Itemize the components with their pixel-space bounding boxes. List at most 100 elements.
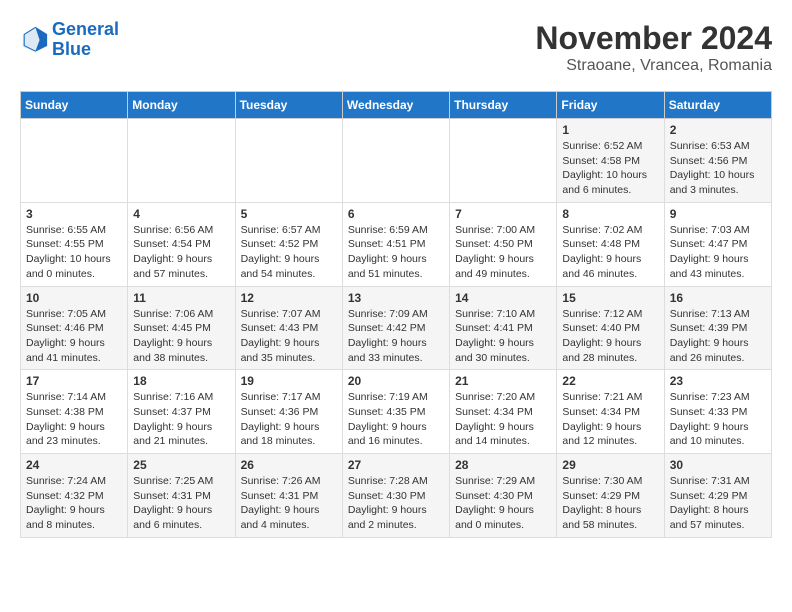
calendar-day (342, 119, 449, 203)
calendar-day: 8 Sunrise: 7:02 AM Sunset: 4:48 PM Daylig… (557, 202, 664, 286)
day-number: 8 (562, 207, 658, 221)
calendar-day: 2 Sunrise: 6:53 AM Sunset: 4:56 PM Daylig… (664, 119, 771, 203)
calendar-day: 30 Sunrise: 7:31 AM Sunset: 4:29 PM Dayli… (664, 454, 771, 538)
day-info: Sunrise: 7:31 AM Sunset: 4:29 PM Dayligh… (670, 474, 766, 533)
day-info: Sunrise: 7:19 AM Sunset: 4:35 PM Dayligh… (348, 390, 444, 449)
day-number: 4 (133, 207, 229, 221)
day-number: 30 (670, 458, 766, 472)
calendar-week-1: 1 Sunrise: 6:52 AM Sunset: 4:58 PM Daylig… (21, 119, 772, 203)
calendar-day: 29 Sunrise: 7:30 AM Sunset: 4:29 PM Dayli… (557, 454, 664, 538)
calendar-day: 10 Sunrise: 7:05 AM Sunset: 4:46 PM Dayli… (21, 286, 128, 370)
day-info: Sunrise: 7:30 AM Sunset: 4:29 PM Dayligh… (562, 474, 658, 533)
calendar-day: 3Sunrise: 6:55 AM Sunset: 4:55 PM Daylig… (21, 202, 128, 286)
logo-text-line1: General (52, 20, 119, 40)
day-info: Sunrise: 7:21 AM Sunset: 4:34 PM Dayligh… (562, 390, 658, 449)
calendar-week-5: 24Sunrise: 7:24 AM Sunset: 4:32 PM Dayli… (21, 454, 772, 538)
calendar-day: 13 Sunrise: 7:09 AM Sunset: 4:42 PM Dayli… (342, 286, 449, 370)
day-number: 23 (670, 374, 766, 388)
calendar-day (450, 119, 557, 203)
weekday-header-thursday: Thursday (450, 92, 557, 119)
day-number: 10 (26, 291, 122, 305)
page-header: General Blue November 2024 Straoane, Vra… (20, 20, 772, 75)
day-info: Sunrise: 6:53 AM Sunset: 4:56 PM Dayligh… (670, 139, 766, 198)
calendar-day: 16 Sunrise: 7:13 AM Sunset: 4:39 PM Dayli… (664, 286, 771, 370)
calendar-day: 28Sunrise: 7:29 AM Sunset: 4:30 PM Dayli… (450, 454, 557, 538)
day-info: Sunrise: 7:25 AM Sunset: 4:31 PM Dayligh… (133, 474, 229, 533)
logo-text-line2: Blue (52, 40, 119, 60)
calendar-day: 11Sunrise: 7:06 AM Sunset: 4:45 PM Dayli… (128, 286, 235, 370)
calendar-week-4: 17 Sunrise: 7:14 AM Sunset: 4:38 PM Dayli… (21, 370, 772, 454)
weekday-header-friday: Friday (557, 92, 664, 119)
day-info: Sunrise: 6:57 AM Sunset: 4:52 PM Dayligh… (241, 223, 337, 282)
day-number: 26 (241, 458, 337, 472)
calendar-week-3: 10 Sunrise: 7:05 AM Sunset: 4:46 PM Dayli… (21, 286, 772, 370)
day-info: Sunrise: 7:10 AM Sunset: 4:41 PM Dayligh… (455, 307, 551, 366)
location: Straoane, Vrancea, Romania (535, 57, 772, 75)
day-info: Sunrise: 7:16 AM Sunset: 4:37 PM Dayligh… (133, 390, 229, 449)
calendar-day: 26 Sunrise: 7:26 AM Sunset: 4:31 PM Dayli… (235, 454, 342, 538)
weekday-header-wednesday: Wednesday (342, 92, 449, 119)
day-info: Sunrise: 7:05 AM Sunset: 4:46 PM Dayligh… (26, 307, 122, 366)
day-number: 16 (670, 291, 766, 305)
day-info: Sunrise: 7:02 AM Sunset: 4:48 PM Dayligh… (562, 223, 658, 282)
day-number: 5 (241, 207, 337, 221)
calendar-day: 4 Sunrise: 6:56 AM Sunset: 4:54 PM Daylig… (128, 202, 235, 286)
weekday-header-saturday: Saturday (664, 92, 771, 119)
calendar-day: 25Sunrise: 7:25 AM Sunset: 4:31 PM Dayli… (128, 454, 235, 538)
calendar-day: 22 Sunrise: 7:21 AM Sunset: 4:34 PM Dayli… (557, 370, 664, 454)
calendar-day: 12Sunrise: 7:07 AM Sunset: 4:43 PM Dayli… (235, 286, 342, 370)
day-number: 9 (670, 207, 766, 221)
day-number: 12 (241, 291, 337, 305)
day-info: Sunrise: 6:55 AM Sunset: 4:55 PM Dayligh… (26, 223, 122, 282)
day-number: 20 (348, 374, 444, 388)
day-info: Sunrise: 6:56 AM Sunset: 4:54 PM Dayligh… (133, 223, 229, 282)
calendar-day (128, 119, 235, 203)
calendar-day: 17 Sunrise: 7:14 AM Sunset: 4:38 PM Dayli… (21, 370, 128, 454)
calendar-body: 1 Sunrise: 6:52 AM Sunset: 4:58 PM Daylig… (21, 119, 772, 538)
calendar-table: SundayMondayTuesdayWednesdayThursdayFrid… (20, 91, 772, 538)
day-info: Sunrise: 7:09 AM Sunset: 4:42 PM Dayligh… (348, 307, 444, 366)
day-info: Sunrise: 7:13 AM Sunset: 4:39 PM Dayligh… (670, 307, 766, 366)
calendar-day: 18Sunrise: 7:16 AM Sunset: 4:37 PM Dayli… (128, 370, 235, 454)
day-number: 1 (562, 123, 658, 137)
day-info: Sunrise: 7:29 AM Sunset: 4:30 PM Dayligh… (455, 474, 551, 533)
day-info: Sunrise: 7:06 AM Sunset: 4:45 PM Dayligh… (133, 307, 229, 366)
day-info: Sunrise: 7:26 AM Sunset: 4:31 PM Dayligh… (241, 474, 337, 533)
calendar-day: 20 Sunrise: 7:19 AM Sunset: 4:35 PM Dayli… (342, 370, 449, 454)
day-number: 6 (348, 207, 444, 221)
calendar-day (235, 119, 342, 203)
day-info: Sunrise: 7:23 AM Sunset: 4:33 PM Dayligh… (670, 390, 766, 449)
logo: General Blue (20, 20, 119, 60)
day-number: 15 (562, 291, 658, 305)
day-number: 17 (26, 374, 122, 388)
day-number: 2 (670, 123, 766, 137)
day-info: Sunrise: 7:28 AM Sunset: 4:30 PM Dayligh… (348, 474, 444, 533)
day-info: Sunrise: 7:12 AM Sunset: 4:40 PM Dayligh… (562, 307, 658, 366)
day-number: 29 (562, 458, 658, 472)
calendar-day: 9 Sunrise: 7:03 AM Sunset: 4:47 PM Daylig… (664, 202, 771, 286)
day-number: 19 (241, 374, 337, 388)
calendar-day (21, 119, 128, 203)
calendar-week-2: 3Sunrise: 6:55 AM Sunset: 4:55 PM Daylig… (21, 202, 772, 286)
calendar-day: 14Sunrise: 7:10 AM Sunset: 4:41 PM Dayli… (450, 286, 557, 370)
calendar-day: 21 Sunrise: 7:20 AM Sunset: 4:34 PM Dayli… (450, 370, 557, 454)
calendar-day: 6Sunrise: 6:59 AM Sunset: 4:51 PM Daylig… (342, 202, 449, 286)
day-number: 22 (562, 374, 658, 388)
calendar-day: 7 Sunrise: 7:00 AM Sunset: 4:50 PM Daylig… (450, 202, 557, 286)
day-info: Sunrise: 6:52 AM Sunset: 4:58 PM Dayligh… (562, 139, 658, 198)
month-title: November 2024 (535, 20, 772, 57)
weekday-header-monday: Monday (128, 92, 235, 119)
day-info: Sunrise: 7:20 AM Sunset: 4:34 PM Dayligh… (455, 390, 551, 449)
calendar-day: 15 Sunrise: 7:12 AM Sunset: 4:40 PM Dayli… (557, 286, 664, 370)
day-number: 7 (455, 207, 551, 221)
calendar-day: 19 Sunrise: 7:17 AM Sunset: 4:36 PM Dayli… (235, 370, 342, 454)
calendar-day: 27Sunrise: 7:28 AM Sunset: 4:30 PM Dayli… (342, 454, 449, 538)
title-block: November 2024 Straoane, Vrancea, Romania (535, 20, 772, 75)
day-info: Sunrise: 7:14 AM Sunset: 4:38 PM Dayligh… (26, 390, 122, 449)
day-number: 21 (455, 374, 551, 388)
day-info: Sunrise: 7:17 AM Sunset: 4:36 PM Dayligh… (241, 390, 337, 449)
day-info: Sunrise: 7:03 AM Sunset: 4:47 PM Dayligh… (670, 223, 766, 282)
calendar-day: 5 Sunrise: 6:57 AM Sunset: 4:52 PM Daylig… (235, 202, 342, 286)
day-number: 13 (348, 291, 444, 305)
day-info: Sunrise: 7:00 AM Sunset: 4:50 PM Dayligh… (455, 223, 551, 282)
